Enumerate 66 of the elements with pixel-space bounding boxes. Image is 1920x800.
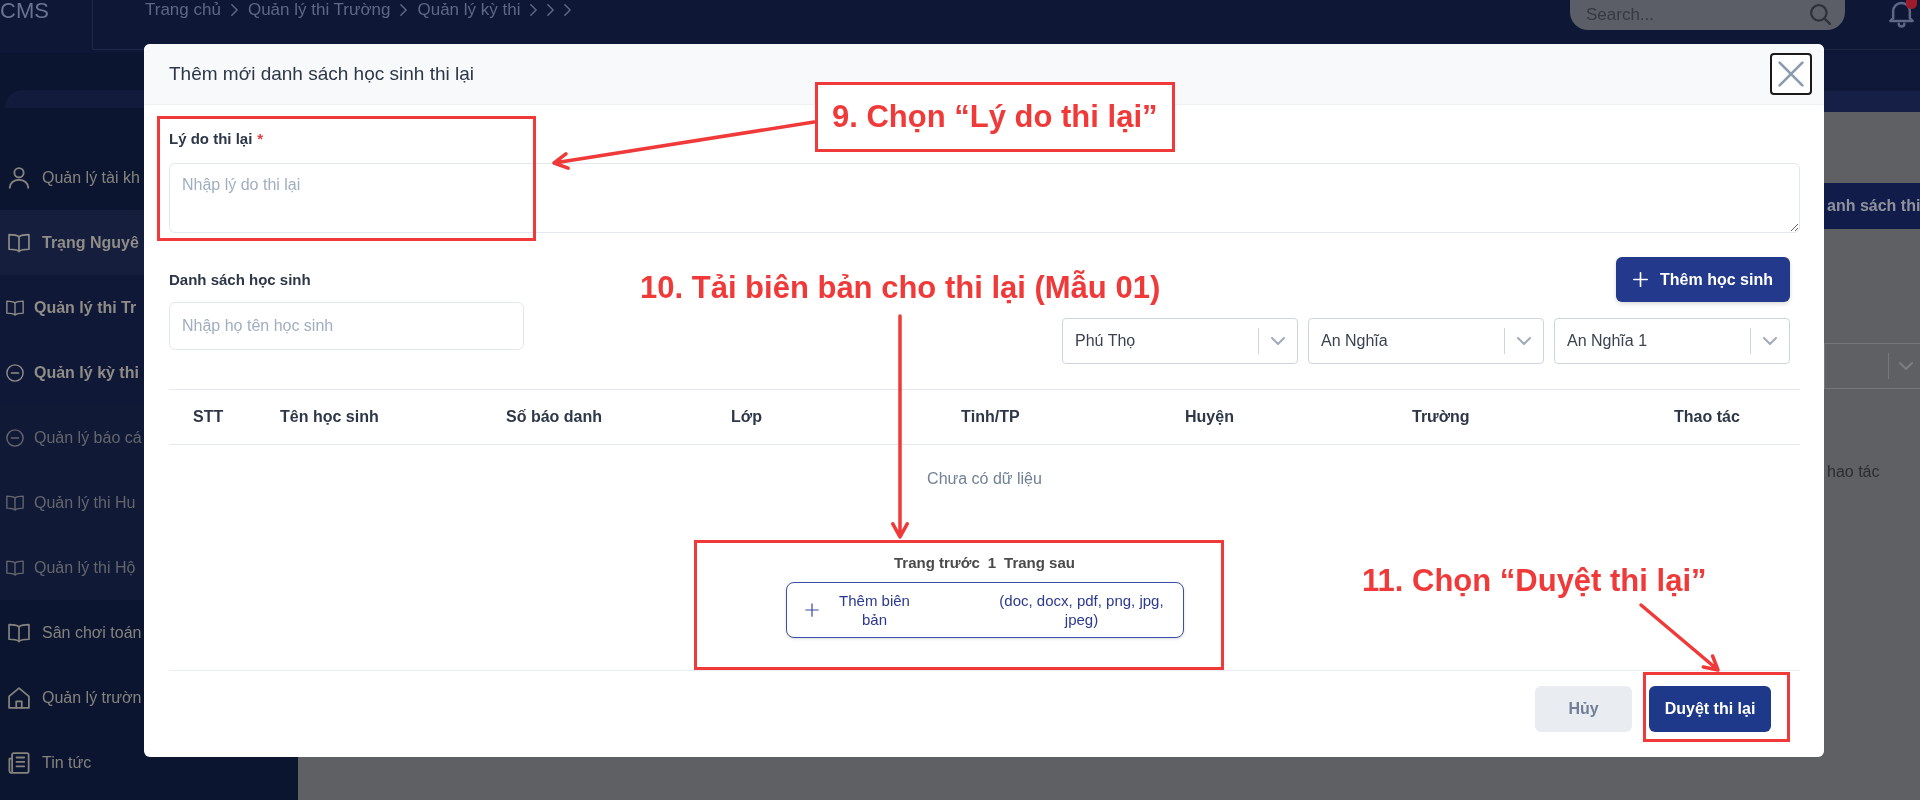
empty-state-text: Chưa có dữ liệu	[927, 469, 1042, 489]
sidebar-item[interactable]: Trạng Nguyê	[0, 210, 144, 275]
next-page-link[interactable]: Trang sau	[1004, 553, 1075, 573]
sidebar-subitem[interactable]: Quản lý thi Hu	[0, 470, 144, 535]
required-mark: *	[257, 129, 264, 149]
search-icon[interactable]	[1810, 4, 1831, 25]
cancel-button[interactable]: Hủy	[1535, 686, 1632, 732]
reason-field[interactable]: Nhập lý do thi lại	[169, 163, 1800, 233]
chevron-right-icon	[564, 4, 572, 16]
chevron-right-icon	[547, 4, 555, 16]
book-icon	[8, 621, 30, 644]
close-icon	[1778, 61, 1804, 87]
sidebar-item[interactable]: Quản lý tài kh	[0, 145, 144, 210]
breadcrumb-link[interactable]: Trang chủ	[145, 0, 221, 20]
book-icon	[6, 298, 24, 317]
sidebar-item[interactable]: Quản lý trườn	[0, 665, 144, 730]
select-field[interactable]: Phú Thọ	[1062, 318, 1298, 364]
close-button[interactable]	[1770, 53, 1812, 95]
user-icon	[8, 166, 30, 189]
section-label: Danh sách học sinh	[169, 269, 311, 290]
select-field[interactable]: An Nghĩa	[1308, 318, 1544, 364]
breadcrumb-link[interactable]: Quản lý kỳ thi	[417, 0, 521, 20]
select-field[interactable]: An Nghĩa 1	[1554, 318, 1790, 364]
annotation-text: 11. Chọn “Duyệt thi lại”	[1362, 562, 1707, 600]
book-icon	[6, 493, 24, 512]
brand-name: CMS	[0, 0, 49, 22]
annotation-text: 10. Tải biên bản cho thi lại (Mẫu 01)	[640, 269, 1161, 307]
minus-circle-icon	[6, 428, 24, 447]
chevron-down-icon	[1899, 362, 1913, 370]
breadcrumb-link[interactable]: Quản lý thi Trường	[247, 0, 391, 20]
column-header: Thao tác	[1674, 408, 1740, 426]
previous-page-link[interactable]: Trang trước	[894, 553, 980, 573]
minus-circle-icon	[6, 363, 24, 382]
chevron-down-icon	[1763, 337, 1777, 345]
chevron-right-icon	[400, 4, 408, 16]
house-icon	[8, 686, 30, 709]
column-header: Trường	[1412, 408, 1470, 426]
approve-button[interactable]: Duyệt thi lại	[1649, 686, 1771, 732]
modal-title: Thêm mới danh sách học sinh thi lại	[169, 63, 474, 85]
column-header: STT	[193, 408, 224, 426]
chevron-down-icon	[1271, 337, 1285, 345]
add-student-button[interactable]: Thêm học sinh	[1616, 257, 1790, 302]
column-header: Số báo danh	[506, 408, 602, 426]
plus-icon	[804, 603, 819, 617]
header-action-button[interactable]: anh sách thi	[1824, 183, 1920, 229]
sidebar-item[interactable]: Tin tức	[0, 730, 144, 795]
book-icon	[8, 231, 30, 254]
chevron-down-icon	[1517, 337, 1531, 345]
column-header: Tỉnh/TP	[961, 408, 1020, 426]
bell-icon[interactable]	[1889, 0, 1914, 28]
sidebar-item[interactable]: Sân chơi toán	[0, 600, 144, 665]
plus-icon	[1633, 272, 1649, 287]
sidebar-subitem[interactable]: Quản lý báo cá	[0, 405, 144, 470]
page-number[interactable]: 1	[987, 553, 997, 573]
column-header: Huyện	[1185, 408, 1234, 426]
book-icon	[6, 558, 24, 577]
chevron-right-icon	[530, 4, 538, 16]
sidebar-subitem[interactable]: Quản lý thi Hộ	[0, 535, 144, 600]
column-header: Lớp	[731, 408, 762, 426]
newspaper-icon	[8, 751, 30, 774]
chevron-right-icon	[230, 4, 238, 16]
annotation-callout: 9. Chọn “Lý do thi lại”	[815, 82, 1175, 152]
field-label: Lý do thi lại	[169, 129, 253, 149]
upload-button[interactable]: Thêm biên bản (doc, docx, pdf, png, jpg, jpeg)	[785, 582, 1184, 638]
column-header: Tên học sinh	[280, 408, 379, 426]
student-search-field[interactable]: Nhập họ tên học sinh	[169, 302, 524, 350]
